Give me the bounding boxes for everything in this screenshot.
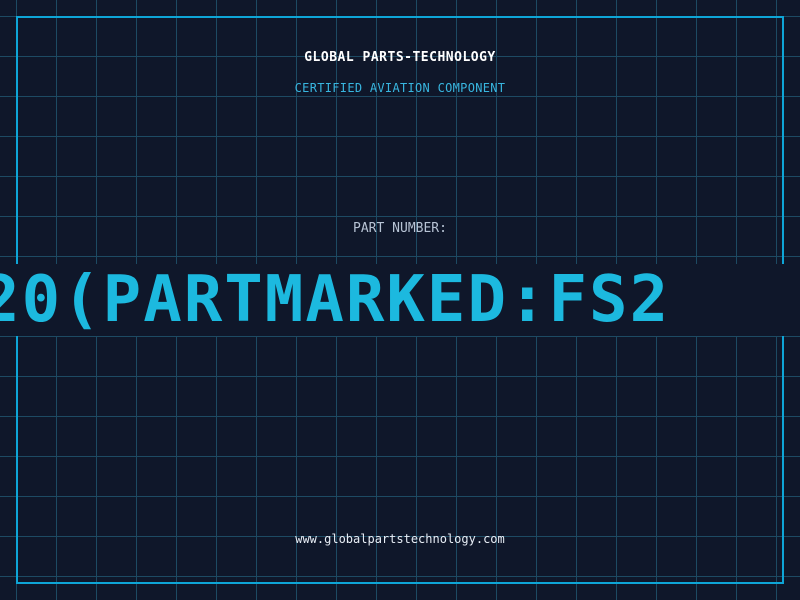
part-number-label: PART NUMBER: — [353, 221, 447, 236]
certification-tagline: CERTIFIED AVIATION COMPONENT — [294, 81, 506, 95]
part-number-value: 0-20(PARTMARKED:FS2 — [0, 264, 671, 336]
part-card: GLOBAL PARTS-TECHNOLOGY CERTIFIED AVIATI… — [0, 0, 800, 600]
part-number-band: 0-20(PARTMARKED:FS2 — [0, 264, 800, 336]
website-url[interactable]: www.globalpartstechnology.com — [0, 532, 800, 546]
company-name: GLOBAL PARTS-TECHNOLOGY — [304, 50, 496, 65]
